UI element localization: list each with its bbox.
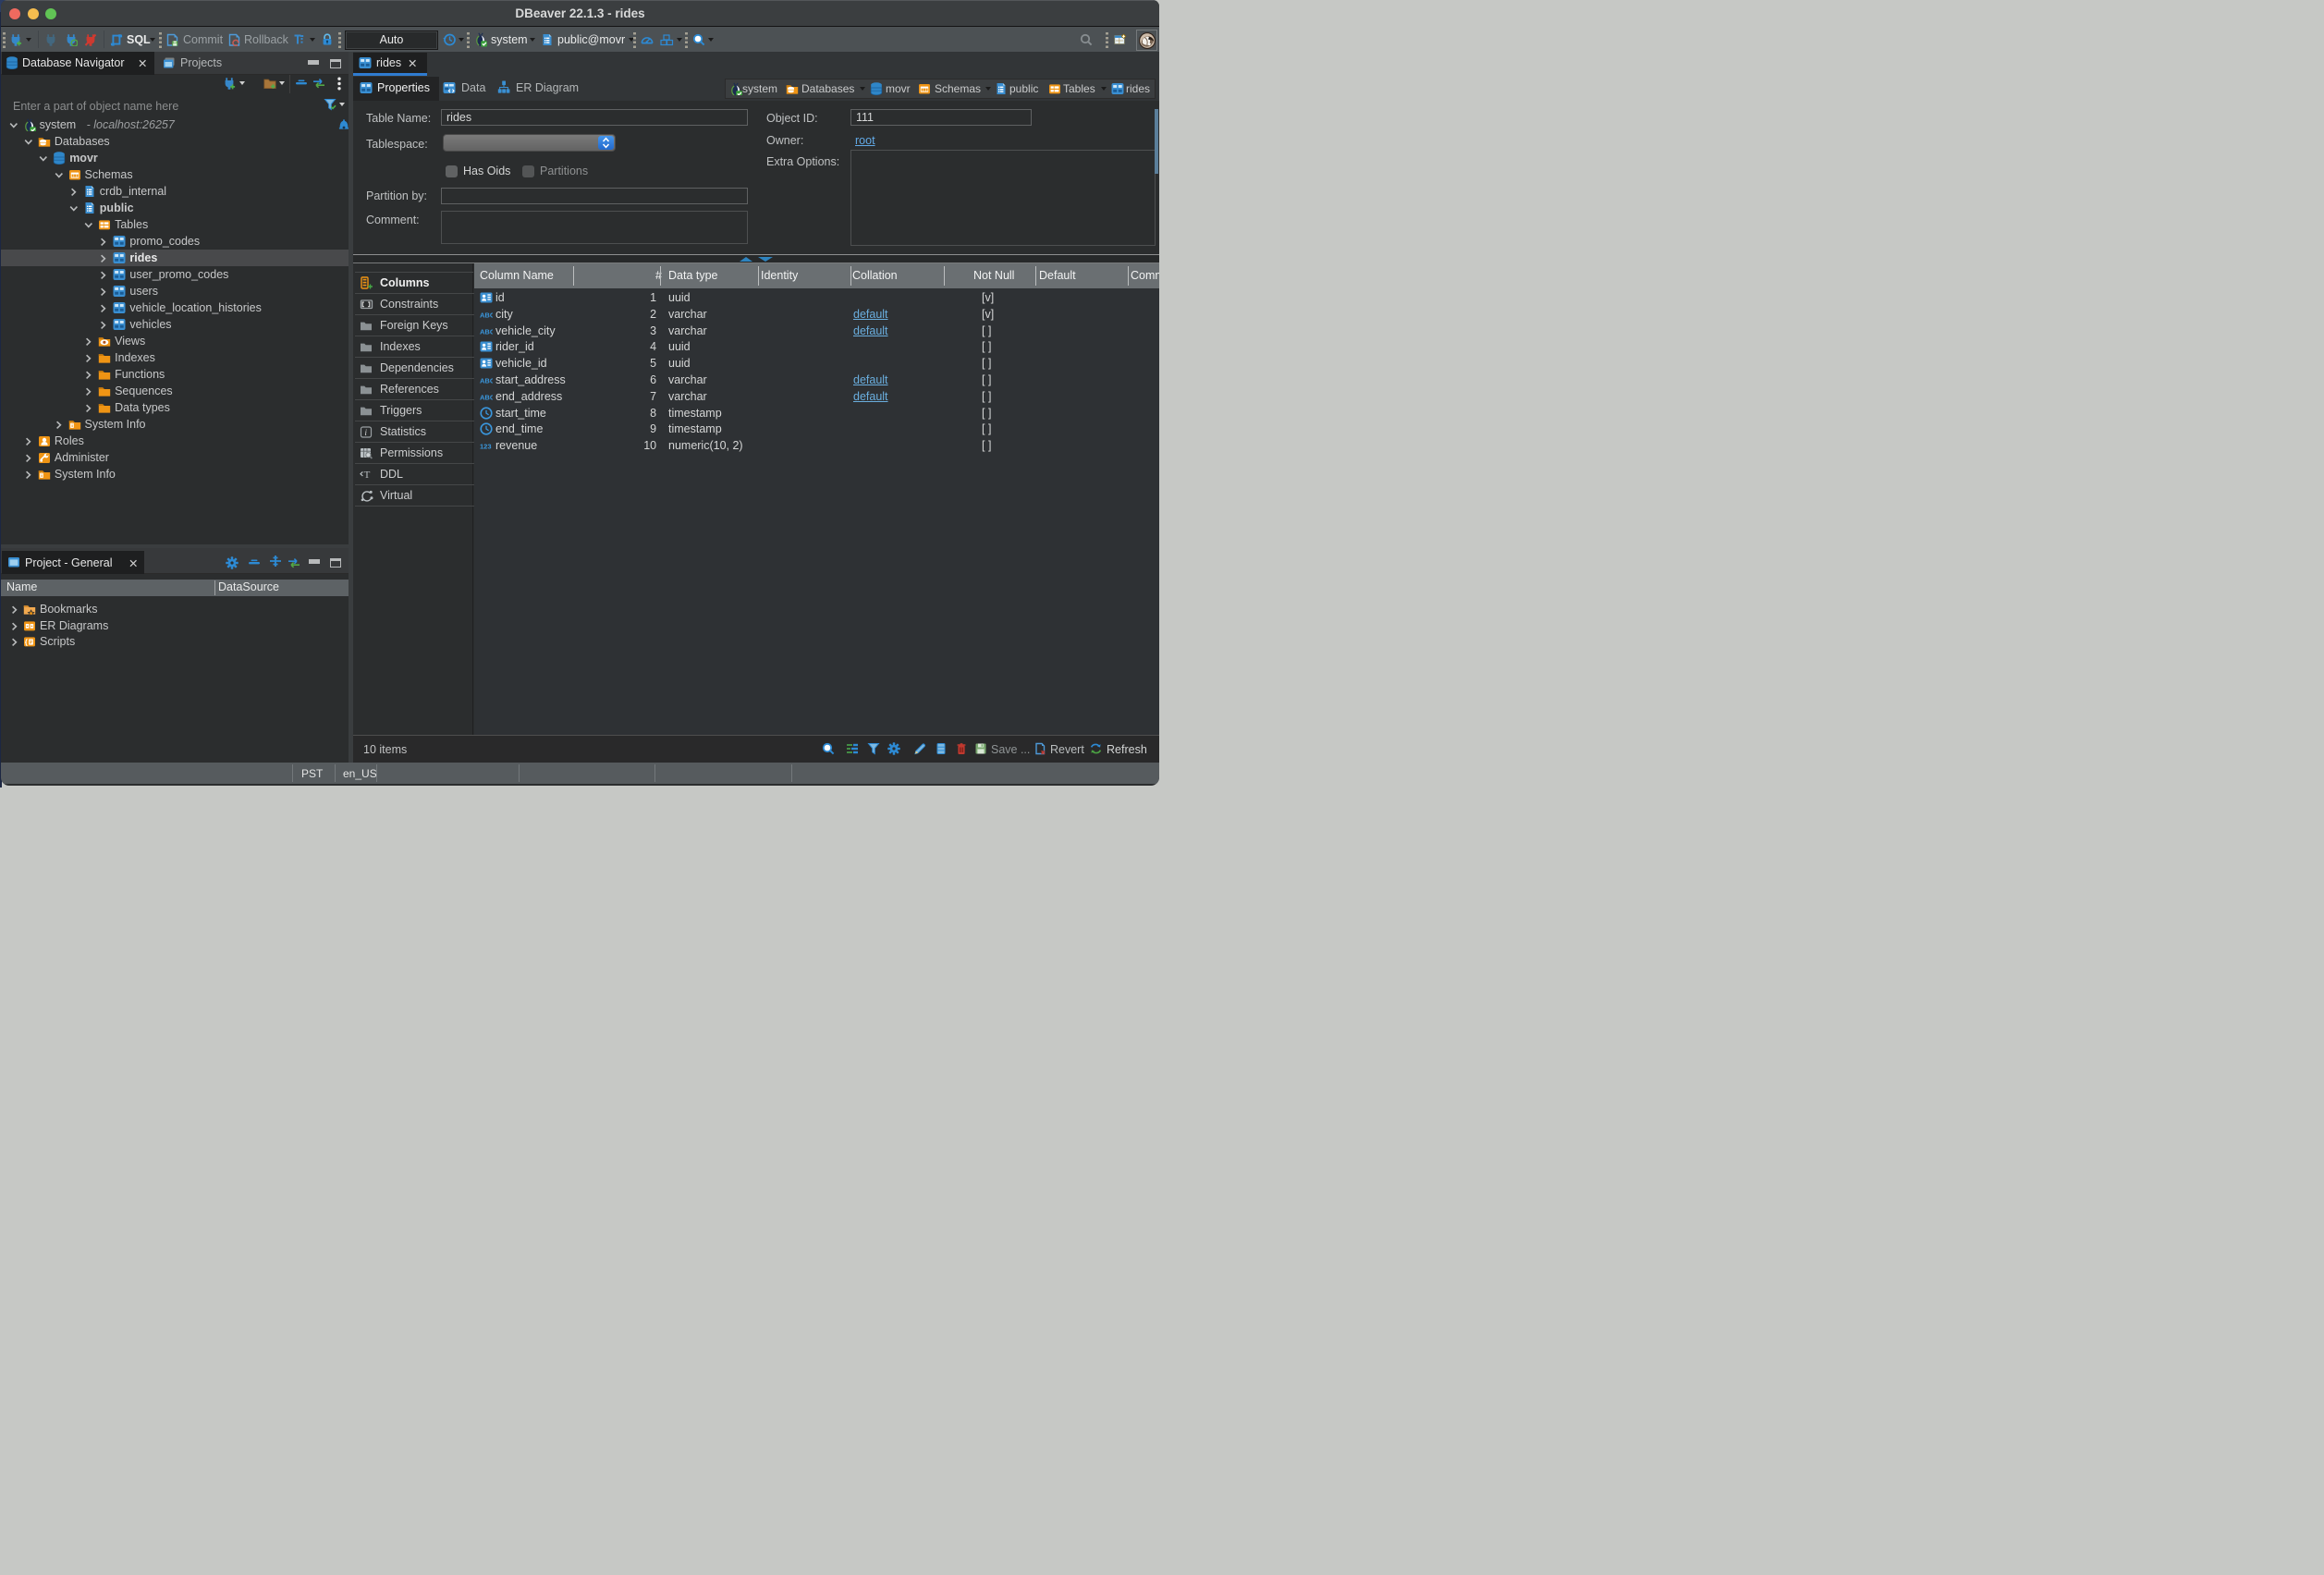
svg-text:i: i bbox=[364, 429, 367, 438]
svg-text:T: T bbox=[364, 470, 371, 481]
svg-text:ABC: ABC bbox=[480, 311, 493, 319]
svg-text:ABC: ABC bbox=[480, 327, 493, 336]
svg-text:ABC: ABC bbox=[480, 377, 493, 385]
svg-text:ABC: ABC bbox=[480, 393, 493, 401]
svg-text:123: 123 bbox=[480, 443, 492, 451]
